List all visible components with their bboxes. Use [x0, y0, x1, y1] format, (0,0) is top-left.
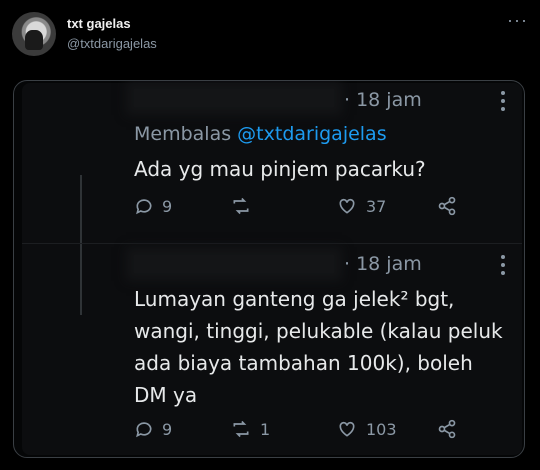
heart-icon: [339, 198, 355, 214]
tweet-media-image[interactable]: · 18 jam Membalas @txtdarigajelas Ada yg…: [13, 80, 525, 458]
reply-line: wangi, tinggi, pelukable (kalau peluk: [134, 319, 503, 343]
screenshot-content: · 18 jam Membalas @txtdarigajelas Ada yg…: [22, 83, 522, 455]
reply-line: DM ya: [134, 383, 198, 407]
reply-line: Lumayan ganteng ga jelek² bgt,: [134, 287, 455, 311]
redacted-author-name: [134, 255, 334, 273]
retweet-action[interactable]: [230, 196, 260, 216]
reply-line: ada biaya tambahan 100k), boleh: [134, 351, 473, 375]
divider: [22, 243, 522, 244]
reply-icon: [136, 422, 152, 438]
like-action[interactable]: 37: [336, 196, 386, 216]
reply-text: Ada yg mau pinjem pacarku?: [134, 157, 426, 181]
tweet-header: txt gajelas @txtdarigajelas ···: [0, 0, 540, 70]
action-bar: 9 1 103: [22, 419, 522, 449]
retweet-action[interactable]: 1: [230, 419, 270, 439]
retweet-icon: [233, 197, 249, 215]
retweet-count: 1: [260, 419, 271, 439]
more-horizontal-icon[interactable]: ···: [507, 10, 528, 31]
reply-time: · 18 jam: [344, 89, 422, 111]
redacted-author-name: [134, 89, 334, 107]
display-name[interactable]: txt gajelas: [67, 16, 131, 31]
retweet-icon: [233, 420, 249, 438]
like-count: 37: [366, 196, 387, 216]
reply-time: · 18 jam: [344, 253, 422, 275]
replying-to: Membalas @txtdarigajelas: [134, 123, 387, 145]
action-bar: 9 37: [22, 196, 522, 226]
replying-prefix: Membalas: [134, 123, 232, 145]
share-icon: [438, 196, 456, 216]
reply-count: 9: [162, 419, 173, 439]
like-count: 103: [366, 419, 397, 439]
reply-count: 9: [162, 196, 173, 216]
reply-action[interactable]: 9: [134, 419, 172, 439]
reply-text: Lumayan ganteng ga jelek² bgt, wangi, ti…: [134, 283, 503, 411]
share-icon: [438, 419, 456, 439]
reply-icon: [136, 199, 152, 215]
avatar[interactable]: [12, 12, 56, 56]
like-action[interactable]: 103: [336, 419, 397, 439]
more-vertical-icon[interactable]: [500, 255, 506, 275]
replying-handle[interactable]: @txtdarigajelas: [237, 123, 386, 145]
share-action[interactable]: [436, 419, 458, 439]
username[interactable]: @txtdarigajelas: [67, 36, 157, 51]
more-vertical-icon[interactable]: [500, 91, 506, 111]
heart-icon: [339, 421, 355, 437]
share-action[interactable]: [436, 196, 458, 216]
reply-action[interactable]: 9: [134, 196, 172, 216]
